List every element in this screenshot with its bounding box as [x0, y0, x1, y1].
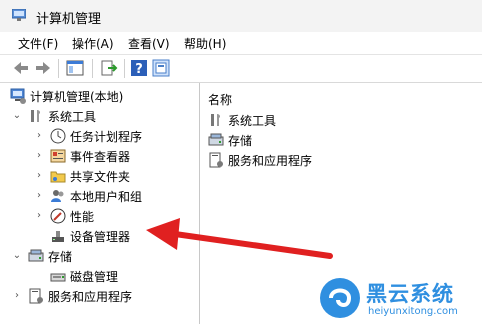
- watermark-brand: 黑云系统: [366, 282, 454, 306]
- watermark: 黑云系统 heiyunxitong.com: [318, 272, 482, 324]
- watermark-url: heiyunxitong.com: [368, 306, 458, 317]
